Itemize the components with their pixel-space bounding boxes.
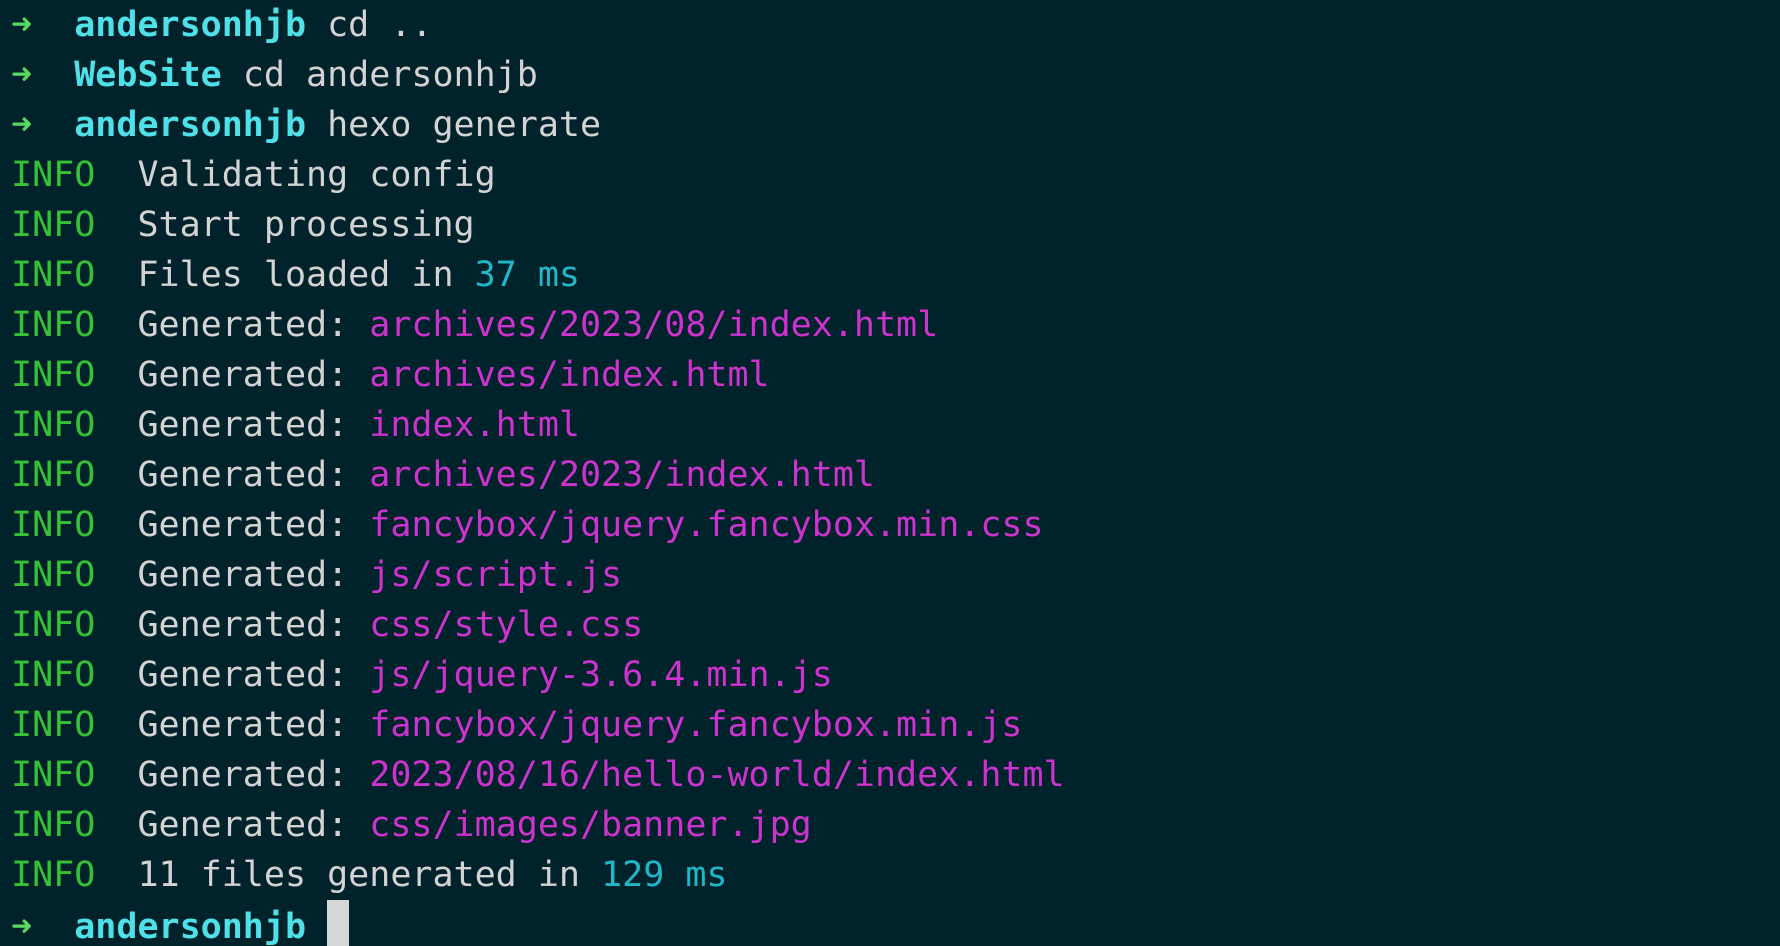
log-message: Generated: <box>137 805 349 845</box>
log-level: INFO <box>11 305 96 345</box>
log-level: INFO <box>11 555 96 595</box>
log-line: INFO Generated: archives/2023/08/index.h… <box>0 300 1780 350</box>
log-line: INFO Files loaded in 37 ms <box>0 250 1780 300</box>
generated-file-path: archives/index.html <box>369 355 770 395</box>
current-prompt-line[interactable]: ➜ andersonhjb <box>0 900 1780 946</box>
generated-file-path: archives/2023/08/index.html <box>369 305 939 345</box>
log-message: 11 files generated in <box>137 855 580 895</box>
prompt-arrow-icon: ➜ <box>11 105 33 145</box>
prompt-directory: andersonhjb <box>74 5 307 45</box>
log-level: INFO <box>11 605 96 645</box>
log-level: INFO <box>11 205 96 245</box>
command-text: hexo generate <box>327 105 602 145</box>
log-message: Generated: <box>137 455 349 495</box>
log-level: INFO <box>11 455 96 495</box>
log-line: INFO Generated: css/style.css <box>0 600 1780 650</box>
command-text: cd andersonhjb <box>242 55 538 95</box>
log-level: INFO <box>11 505 96 545</box>
log-line: INFO Start processing <box>0 200 1780 250</box>
log-message: Generated: <box>137 755 349 795</box>
log-level: INFO <box>11 755 96 795</box>
log-level: INFO <box>11 705 96 745</box>
prompt-arrow-icon: ➜ <box>11 5 33 45</box>
log-message: Generated: <box>137 655 349 695</box>
prompt-arrow-icon: ➜ <box>11 907 33 946</box>
generated-file-path: css/style.css <box>369 605 644 645</box>
log-level: INFO <box>11 805 96 845</box>
log-level: INFO <box>11 355 96 395</box>
log-message: Generated: <box>137 305 349 345</box>
text-cursor[interactable] <box>327 900 350 946</box>
log-message: Files loaded in <box>137 255 454 295</box>
log-message: Generated: <box>137 555 349 595</box>
log-duration: 129 ms <box>601 855 728 895</box>
generated-file-path: js/script.js <box>369 555 623 595</box>
generated-file-path: fancybox/jquery.fancybox.min.css <box>369 505 1044 545</box>
log-line: INFO Generated: 2023/08/16/hello-world/i… <box>0 750 1780 800</box>
log-level: INFO <box>11 405 96 445</box>
log-line: INFO Validating config <box>0 150 1780 200</box>
log-line: INFO Generated: archives/index.html <box>0 350 1780 400</box>
log-level: INFO <box>11 855 96 895</box>
log-message: Start processing <box>137 205 475 245</box>
log-message: Generated: <box>137 355 349 395</box>
generated-file-path: 2023/08/16/hello-world/index.html <box>369 755 1065 795</box>
command-line: ➜ andersonhjb cd .. <box>0 0 1780 50</box>
prompt-directory: andersonhjb <box>74 907 307 946</box>
command-text: cd .. <box>327 5 433 45</box>
prompt-arrow-icon: ➜ <box>11 55 33 95</box>
log-line: INFO Generated: fancybox/jquery.fancybox… <box>0 700 1780 750</box>
log-message: Validating config <box>137 155 496 195</box>
generated-file-path: index.html <box>369 405 580 445</box>
command-line: ➜ WebSite cd andersonhjb <box>0 50 1780 100</box>
log-level: INFO <box>11 655 96 695</box>
terminal-window[interactable]: ➜ andersonhjb cd .. ➜ WebSite cd anderso… <box>0 0 1780 946</box>
log-line: INFO Generated: js/jquery-3.6.4.min.js <box>0 650 1780 700</box>
log-level: INFO <box>11 155 96 195</box>
generated-file-path: js/jquery-3.6.4.min.js <box>369 655 833 695</box>
log-line: INFO Generated: fancybox/jquery.fancybox… <box>0 500 1780 550</box>
log-line: INFO 11 files generated in 129 ms <box>0 850 1780 900</box>
log-line: INFO Generated: js/script.js <box>0 550 1780 600</box>
generated-file-path: fancybox/jquery.fancybox.min.js <box>369 705 1023 745</box>
log-message: Generated: <box>137 605 349 645</box>
command-line: ➜ andersonhjb hexo generate <box>0 100 1780 150</box>
log-line: INFO Generated: css/images/banner.jpg <box>0 800 1780 850</box>
log-level: INFO <box>11 255 96 295</box>
prompt-directory: WebSite <box>74 55 222 95</box>
log-line: INFO Generated: index.html <box>0 400 1780 450</box>
log-message: Generated: <box>137 505 349 545</box>
log-line: INFO Generated: archives/2023/index.html <box>0 450 1780 500</box>
prompt-directory: andersonhjb <box>74 105 307 145</box>
log-message: Generated: <box>137 705 349 745</box>
generated-file-path: css/images/banner.jpg <box>369 805 812 845</box>
generated-file-path: archives/2023/index.html <box>369 455 875 495</box>
log-duration: 37 ms <box>474 255 580 295</box>
log-message: Generated: <box>137 405 349 445</box>
